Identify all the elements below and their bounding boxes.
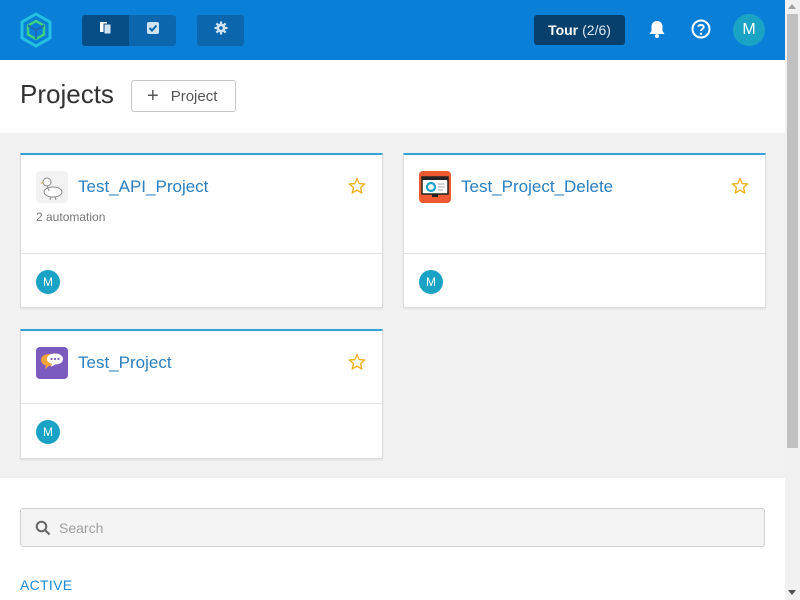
- search-box: [20, 508, 765, 547]
- tour-label: Tour: [548, 22, 579, 38]
- project-card[interactable]: Test_API_Project 2 automation M: [20, 153, 383, 308]
- project-automation-count: 2 automation: [36, 210, 106, 224]
- notifications-bell-icon[interactable]: [646, 18, 668, 40]
- member-avatar[interactable]: M: [419, 270, 443, 294]
- tour-progress: (2/6): [582, 22, 611, 38]
- project-name-link[interactable]: Test_API_Project: [78, 177, 208, 197]
- favorite-star-icon[interactable]: [348, 177, 366, 195]
- search-icon: [35, 520, 51, 536]
- monitor-chart-icon: [419, 171, 451, 203]
- active-section-label: ACTIVE: [20, 577, 73, 593]
- scrollbar-thumb[interactable]: [787, 14, 798, 448]
- plus-icon: +: [147, 85, 159, 107]
- project-cards-area: Test_API_Project 2 automation M Test_Pro…: [0, 133, 785, 478]
- project-card[interactable]: Test_Project_Delete M: [403, 153, 766, 308]
- project-name-link[interactable]: Test_Project_Delete: [461, 177, 613, 197]
- app-logo-icon[interactable]: [19, 12, 53, 48]
- card-divider: [21, 253, 382, 254]
- help-question-icon[interactable]: [690, 18, 712, 40]
- search-input[interactable]: [59, 509, 749, 546]
- checkbox-icon: [146, 21, 160, 40]
- card-divider: [21, 403, 382, 404]
- main-nav-group: [82, 15, 176, 46]
- member-avatar[interactable]: M: [36, 270, 60, 294]
- favorite-star-icon[interactable]: [348, 353, 366, 371]
- gear-icon: [214, 21, 228, 40]
- project-name-link[interactable]: Test_Project: [78, 353, 172, 373]
- favorite-star-icon[interactable]: [731, 177, 749, 195]
- nav-tasks-button[interactable]: [129, 15, 176, 46]
- scroll-up-arrow-icon[interactable]: [788, 4, 796, 9]
- add-project-label: Project: [170, 87, 218, 105]
- member-avatar[interactable]: M: [36, 420, 60, 444]
- scroll-down-arrow-icon[interactable]: [788, 590, 796, 595]
- nav-projects-button[interactable]: [82, 15, 129, 46]
- tour-button[interactable]: Tour (2/6): [534, 15, 625, 45]
- top-navigation-bar: Tour (2/6) M: [0, 0, 785, 60]
- card-divider: [404, 253, 765, 254]
- add-project-button[interactable]: + Project: [131, 80, 236, 112]
- project-card[interactable]: Test_Project M: [20, 329, 383, 459]
- page-title: Projects: [20, 79, 114, 109]
- user-avatar[interactable]: M: [733, 14, 765, 46]
- documents-icon: [99, 21, 113, 40]
- chat-bubbles-icon: [36, 347, 68, 379]
- pigeon-icon: [36, 171, 68, 203]
- nav-settings-button[interactable]: [197, 15, 244, 46]
